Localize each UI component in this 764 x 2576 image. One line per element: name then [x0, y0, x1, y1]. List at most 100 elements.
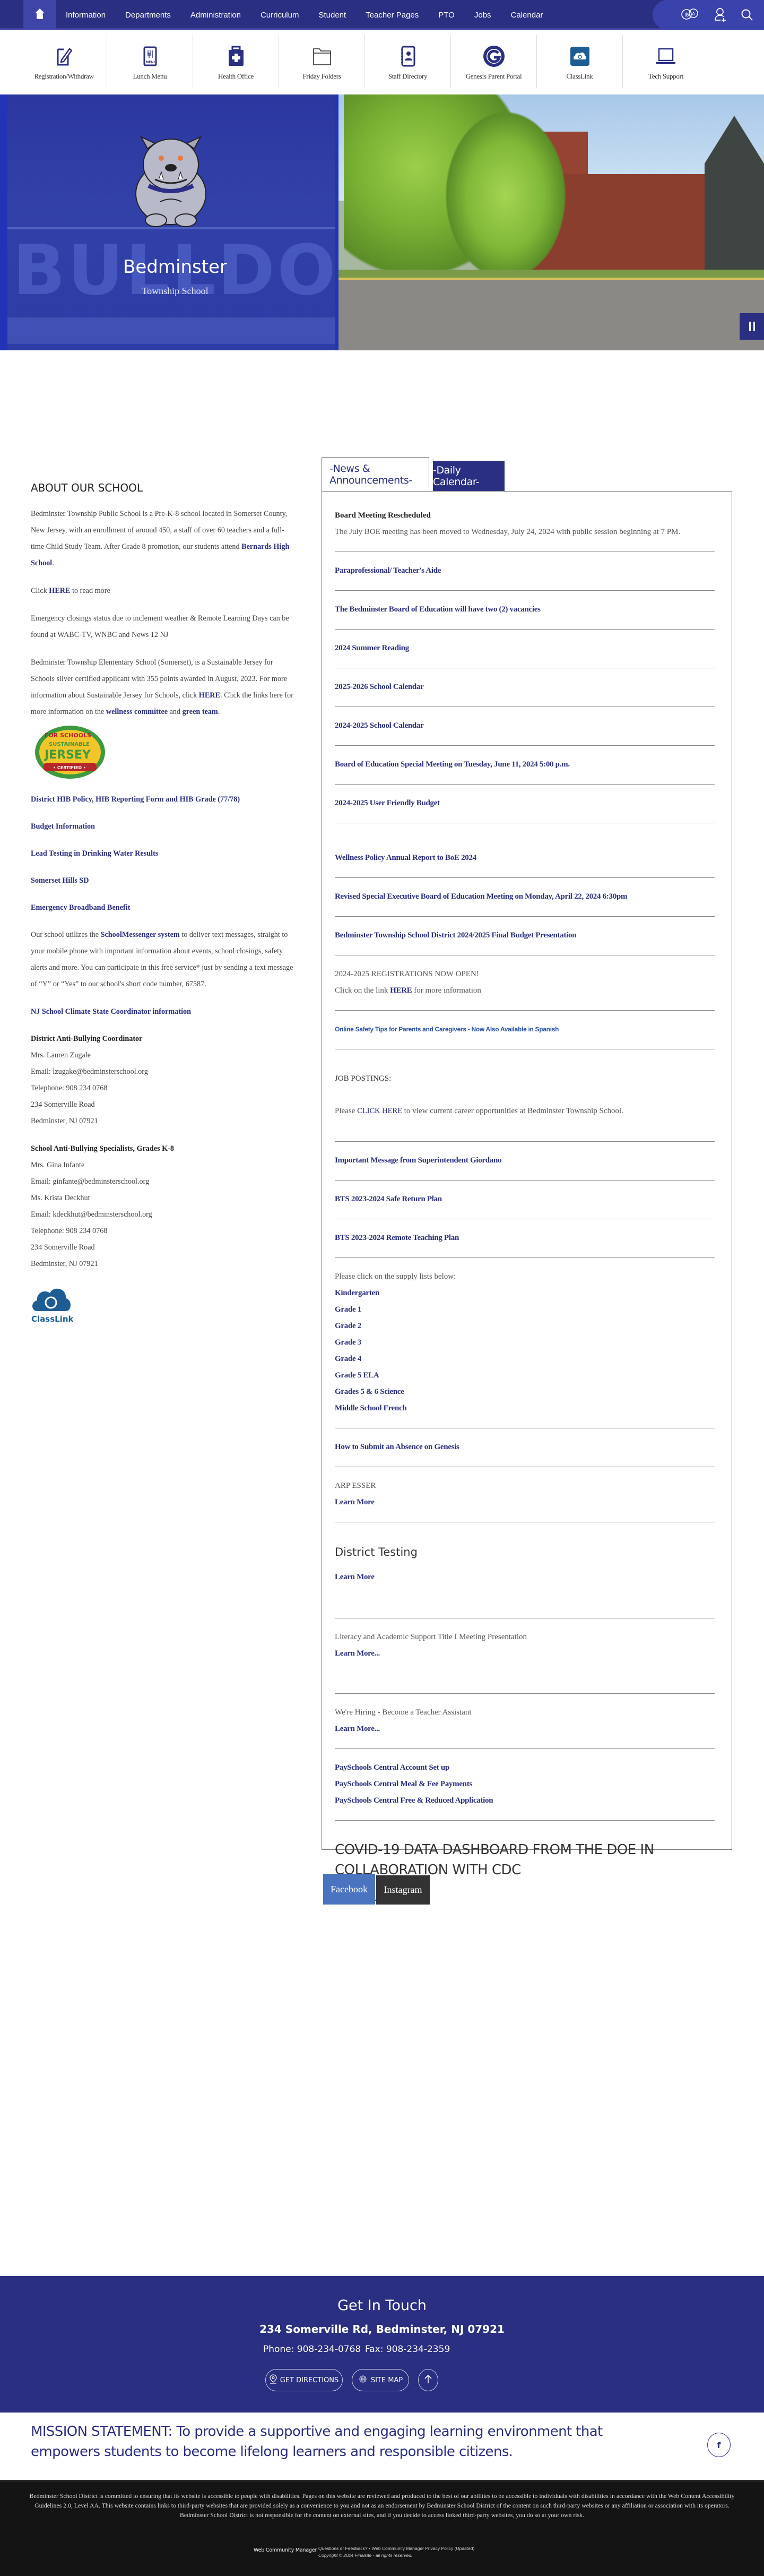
news-link[interactable]: Revised Special Executive Board of Educa…: [335, 892, 627, 901]
nav-item-information[interactable]: Information: [66, 11, 115, 20]
nav-item-curriculum[interactable]: Curriculum: [261, 11, 309, 20]
online-safety-link[interactable]: Online Safety Tips for Parents and Careg…: [335, 1026, 559, 1033]
get-directions-button[interactable]: GET DIRECTIONS: [265, 2369, 343, 2391]
sustainable-jersey-badge[interactable]: FOR SCHOOLS SUSTAINABLE JERSEY • CERTIFI…: [33, 725, 107, 780]
news-link[interactable]: The Bedminster Board of Education will h…: [335, 605, 541, 614]
home-button[interactable]: [23, 0, 56, 30]
quicklink-tech-support[interactable]: Tech Support: [623, 35, 709, 88]
news-item: How to Submit an Absence on Genesis: [335, 1428, 715, 1467]
news-link[interactable]: Important Message from Superintendent Gi…: [335, 1156, 502, 1165]
nav-item-teacher-pages[interactable]: Teacher Pages: [366, 11, 428, 20]
news-item: Board of Education Special Meeting on Tu…: [335, 746, 715, 785]
sustainable-jersey-link[interactable]: HERE: [199, 691, 220, 700]
news-link[interactable]: Paraprofessional/ Teacher's Aide: [335, 566, 441, 575]
nav-item-jobs[interactable]: Jobs: [474, 11, 501, 20]
instagram-button[interactable]: Instagram: [376, 1875, 430, 1905]
web-community-manager-logo[interactable]: Web Community Manager: [254, 2547, 317, 2553]
registration-title: 2024-2025 REGISTRATIONS NOW OPEN!: [335, 970, 479, 978]
read-more-link[interactable]: HERE: [49, 587, 70, 595]
esser-learn-more-link[interactable]: Learn More: [335, 1498, 375, 1506]
news-link[interactable]: 2024-2025 School Calendar: [335, 721, 424, 730]
user-add-icon[interactable]: [714, 7, 727, 22]
legal-footer: Bedminster School District is committed …: [0, 2480, 764, 2576]
classlink-logo[interactable]: ClassLink: [31, 1283, 296, 1330]
quicklink-registration[interactable]: Registration/Withdraw: [21, 35, 107, 88]
lead-testing-link[interactable]: Lead Testing in Drinking Water Results: [31, 849, 158, 858]
supply-list-link[interactable]: Grade 1: [335, 1305, 361, 1314]
quicklink-lunch-menu[interactable]: MENU Lunch Menu: [107, 35, 193, 88]
supply-list-link[interactable]: Kindergarten: [335, 1289, 379, 1297]
news-item: Board Meeting Rescheduled The July BOE m…: [335, 507, 715, 552]
hiring-learn-more-link[interactable]: Learn More...: [335, 1725, 380, 1733]
news-link[interactable]: BTS 2023-2024 Remote Teaching Plan: [335, 1234, 459, 1242]
supply-list-link[interactable]: Grade 5 ELA: [335, 1371, 379, 1380]
nav-item-student[interactable]: Student: [318, 11, 355, 20]
quicklink-friday-folders[interactable]: Friday Folders: [279, 35, 365, 88]
quicklink-health-office[interactable]: Health Office: [193, 35, 279, 88]
nav-item-calendar[interactable]: Calendar: [511, 11, 553, 20]
registration-link[interactable]: HERE: [390, 986, 412, 995]
news-text: The July BOE meeting has been moved to W…: [335, 528, 681, 536]
job-postings-link[interactable]: CLICK HERE: [357, 1107, 402, 1115]
hero-banner: BULLDOGS Bedminster Township School: [0, 94, 764, 350]
translate-icon[interactable]: あA: [680, 8, 700, 22]
quicklink-staff-directory[interactable]: Staff Directory: [365, 35, 451, 88]
mission-statement: MISSION STATEMENT: To provide a supporti…: [31, 2424, 603, 2460]
nav-item-administration[interactable]: Administration: [190, 11, 250, 20]
news-item: 2024-2025 User Friendly Budget: [335, 785, 715, 823]
site-map-button[interactable]: SITE MAP: [352, 2369, 409, 2391]
supply-list-link[interactable]: Middle School French: [335, 1404, 407, 1412]
facebook-icon[interactable]: f: [707, 2433, 731, 2457]
privacy-policy-link[interactable]: Web Community Manager Privacy Policy (Up…: [371, 2546, 474, 2551]
slideshow-pause-button[interactable]: [740, 313, 764, 340]
schoolmessenger-link[interactable]: SchoolMessenger system: [101, 931, 180, 939]
broadband-benefit-link[interactable]: Emergency Broadband Benefit: [31, 903, 130, 912]
news-link[interactable]: 2024-2025 User Friendly Budget: [335, 799, 440, 807]
news-link[interactable]: Bedminster Township School District 2024…: [335, 931, 577, 940]
wellness-committee-link[interactable]: wellness committee: [106, 708, 168, 716]
news-link[interactable]: 2025-2026 School Calendar: [335, 683, 424, 691]
back-to-top-button[interactable]: [418, 2369, 438, 2391]
payschools-link[interactable]: PaySchools Central Account Set up: [335, 1763, 449, 1772]
climate-coordinator-link[interactable]: NJ School Climate State Coordinator info…: [31, 1007, 191, 1016]
quicklink-genesis[interactable]: Genesis Parent Portal: [451, 35, 537, 88]
about-heading: ABOUT OUR SCHOOL: [31, 481, 143, 494]
sitemap-globe-icon: [358, 2374, 368, 2386]
hib-policy-link[interactable]: District HIB Policy, HIB Reporting Form …: [31, 795, 240, 804]
news-link[interactable]: Wellness Policy Annual Report to BoE 202…: [335, 854, 476, 862]
news-item: 2024-2025 REGISTRATIONS NOW OPEN! Click …: [335, 955, 715, 1011]
get-in-touch-footer: Get In Touch 234 Somerville Rd, Bedminst…: [0, 2276, 764, 2413]
payschools-link[interactable]: PaySchools Central Free & Reduced Applic…: [335, 1796, 493, 1805]
somerset-hills-link[interactable]: Somerset Hills SD: [31, 876, 89, 885]
esser-title: ARP ESSER: [335, 1481, 376, 1490]
supply-list-link[interactable]: Grade 4: [335, 1355, 361, 1363]
budget-information-link[interactable]: Budget Information: [31, 822, 95, 831]
testing-learn-more-link[interactable]: Learn More: [335, 1573, 375, 1581]
nav-item-departments[interactable]: Departments: [125, 11, 180, 20]
hero-brand-panel: BULLDOGS Bedminster Township School: [0, 94, 338, 350]
quicklink-classlink[interactable]: ClassLink: [537, 35, 623, 88]
svg-text:A: A: [692, 12, 696, 17]
news-link[interactable]: Board of Education Special Meeting on Tu…: [335, 760, 570, 769]
news-link[interactable]: BTS 2023-2024 Safe Return Plan: [335, 1195, 442, 1203]
payschools-link[interactable]: PaySchools Central Meal & Fee Payments: [335, 1780, 472, 1788]
green-team-link[interactable]: green team: [183, 708, 218, 716]
specialists-title: School Anti-Bullying Specialists, Grades…: [31, 1144, 174, 1153]
quicklink-label: Registration/Withdraw: [34, 72, 94, 80]
feedback-link[interactable]: Questions or Feedback?: [318, 2546, 368, 2551]
search-icon[interactable]: [741, 8, 753, 21]
news-link[interactable]: 2024 Summer Reading: [335, 644, 409, 652]
tab-daily-calendar[interactable]: -Daily Calendar-: [433, 461, 505, 491]
supply-intro: Please click on the supply lists below:: [335, 1272, 456, 1281]
news-item: Revised Special Executive Board of Educa…: [335, 878, 715, 917]
supply-list-link[interactable]: Grades 5 & 6 Science: [335, 1388, 404, 1396]
tab-news-announcements[interactable]: -News & Announcements-: [322, 457, 429, 491]
absence-genesis-link[interactable]: How to Submit an Absence on Genesis: [335, 1443, 459, 1451]
literacy-learn-more-link[interactable]: Learn More...: [335, 1649, 380, 1658]
nav-item-pto[interactable]: PTO: [438, 11, 464, 20]
facebook-button[interactable]: Facebook: [323, 1874, 375, 1905]
literacy-title: Literacy and Academic Support Title I Me…: [335, 1633, 527, 1641]
job-postings-title: JOB POSTINGS:: [335, 1074, 392, 1083]
supply-list-link[interactable]: Grade 2: [335, 1322, 361, 1330]
supply-list-link[interactable]: Grade 3: [335, 1338, 361, 1347]
